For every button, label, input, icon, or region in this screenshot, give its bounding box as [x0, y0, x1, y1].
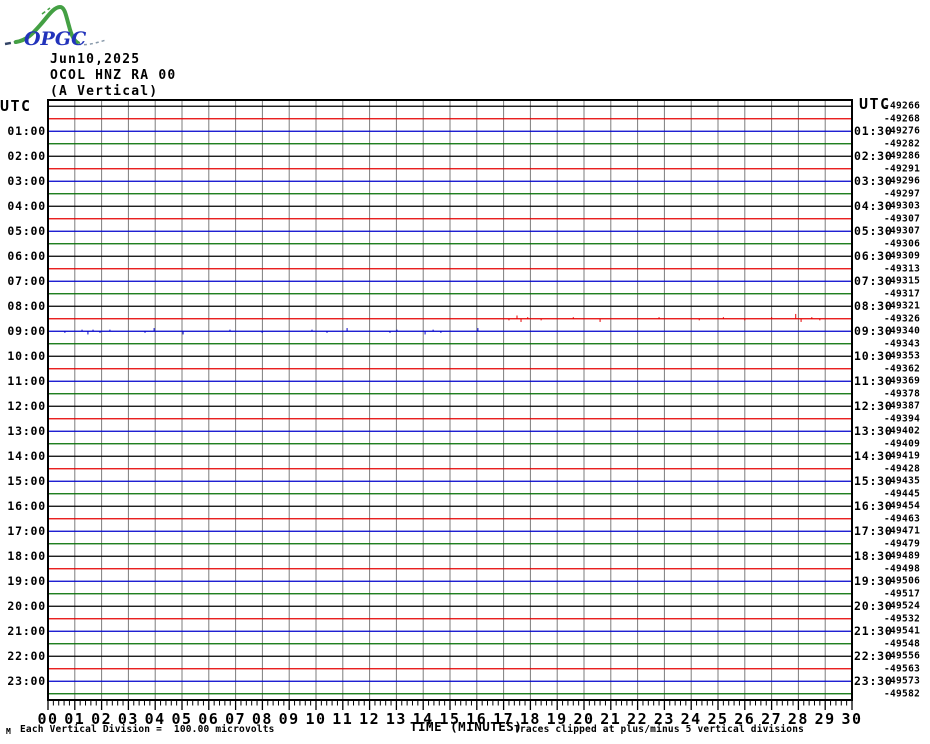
right-edge-value: -49471 [884, 525, 921, 537]
minute-tick-label: 29 [814, 710, 836, 728]
left-time-label: 11:00 [7, 374, 46, 389]
left-time-label: 09:00 [7, 324, 46, 339]
right-edge-value: -49303 [884, 200, 921, 212]
left-time-label: 23:00 [7, 674, 46, 689]
right-edge-value: -49402 [884, 425, 921, 437]
right-edge-value: -49445 [884, 488, 921, 500]
right-edge-value: -49463 [884, 513, 921, 525]
right-edge-value: -49479 [884, 538, 921, 550]
x-axis-title: TIME (MINUTES) [410, 719, 523, 734]
right-edge-value: -49435 [884, 475, 921, 487]
helicorder-page: OPGC Jun10,2025 OCOL HNZ RA 00 (A Vertic… [0, 0, 930, 744]
right-edge-value: -49296 [884, 175, 921, 187]
minute-tick-label: 10 [305, 710, 327, 728]
right-edge-value: -49309 [884, 250, 921, 262]
right-edge-value: -49541 [884, 625, 921, 637]
right-edge-value: -49548 [884, 638, 921, 650]
left-time-label: 04:00 [7, 199, 46, 214]
right-edge-value: -49362 [884, 363, 921, 375]
minute-tick-label: 09 [278, 710, 300, 728]
right-edge-value: -49498 [884, 563, 921, 575]
left-time-label: 10:00 [7, 349, 46, 364]
minute-tick-label: 13 [385, 710, 407, 728]
right-edge-value: -49532 [884, 613, 921, 625]
right-edge-value: -49489 [884, 550, 921, 562]
right-edge-value: -49340 [884, 325, 921, 337]
right-edge-value: -49506 [884, 575, 921, 587]
right-edge-value: -49317 [884, 288, 921, 300]
right-edge-value: -49343 [884, 338, 921, 350]
left-time-label: 12:00 [7, 399, 46, 414]
right-edge-value: -49409 [884, 438, 921, 450]
right-edge-value: -49378 [884, 388, 921, 400]
vertical-division-note: Each Vertical Division = 100.00 microvol… [20, 724, 275, 735]
left-time-label: 19:00 [7, 574, 46, 589]
minute-tick-label: 30 [841, 710, 863, 728]
right-edge-value: -49394 [884, 413, 921, 425]
axis-labels-layer: 01:00 02:00 03:00 04:00 05:00 06:00 07:00 08:00… [0, 0, 930, 744]
right-edge-value: -49266 [884, 100, 921, 112]
minute-tick-label: 11 [332, 710, 354, 728]
left-time-label: 15:00 [7, 474, 46, 489]
left-time-label: 07:00 [7, 274, 46, 289]
right-edge-value: -49573 [884, 675, 921, 687]
right-edge-value: -49524 [884, 600, 921, 612]
right-edge-value: -49326 [884, 313, 921, 325]
right-edge-value: -49353 [884, 350, 921, 362]
right-edge-value: -49276 [884, 125, 921, 137]
right-edge-value: -49556 [884, 650, 921, 662]
left-time-label: 01:00 [7, 124, 46, 139]
left-time-label: 21:00 [7, 624, 46, 639]
left-time-label: 14:00 [7, 449, 46, 464]
right-edge-value: -49291 [884, 163, 921, 175]
clipping-note: Traces clipped at plus/minus 5 vertical … [514, 724, 805, 735]
right-edge-value: -49307 [884, 225, 921, 237]
right-edge-value: -49306 [884, 238, 921, 250]
right-edge-value: -49428 [884, 463, 921, 475]
right-edge-value: -49419 [884, 450, 921, 462]
left-time-label: 22:00 [7, 649, 46, 664]
left-time-label: 02:00 [7, 149, 46, 164]
right-edge-value: -49582 [884, 688, 921, 700]
left-time-label: 13:00 [7, 424, 46, 439]
right-edge-value: -49313 [884, 263, 921, 275]
right-edge-value: -49282 [884, 138, 921, 150]
right-edge-value: -49321 [884, 300, 921, 312]
right-edge-value: -49517 [884, 588, 921, 600]
left-time-label: 03:00 [7, 174, 46, 189]
left-time-label: 16:00 [7, 499, 46, 514]
left-time-label: 08:00 [7, 299, 46, 314]
right-edge-value: -49387 [884, 400, 921, 412]
right-edge-value: -49315 [884, 275, 921, 287]
left-time-label: 05:00 [7, 224, 46, 239]
left-time-label: 17:00 [7, 524, 46, 539]
minute-tick-label: 12 [359, 710, 381, 728]
left-time-label: 18:00 [7, 549, 46, 564]
right-edge-value: -49307 [884, 213, 921, 225]
left-time-label: 06:00 [7, 249, 46, 264]
right-edge-value: -49268 [884, 113, 921, 125]
scale-marker: M [6, 727, 11, 736]
right-edge-value: -49286 [884, 150, 921, 162]
right-edge-value: -49297 [884, 188, 921, 200]
right-edge-value: -49563 [884, 663, 921, 675]
right-edge-value: -49454 [884, 500, 921, 512]
right-edge-value: -49369 [884, 375, 921, 387]
left-time-label: 20:00 [7, 599, 46, 614]
